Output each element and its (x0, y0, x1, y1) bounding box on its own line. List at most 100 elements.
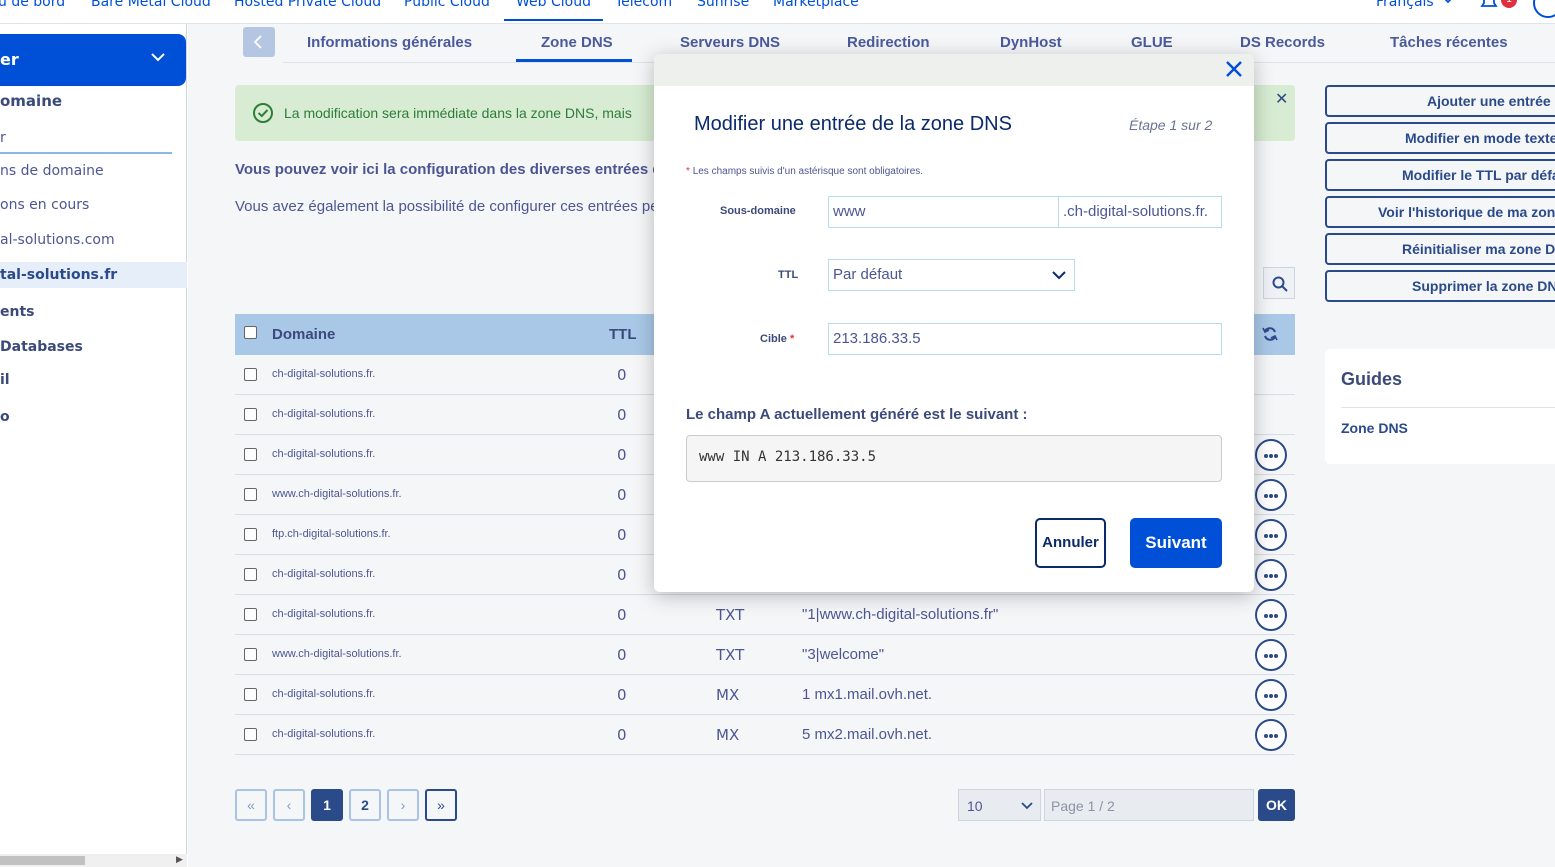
subdomain-input[interactable]: www (828, 196, 1059, 228)
row-actions-button[interactable] (1255, 599, 1287, 631)
reset-zone-button[interactable]: Réinitialiser ma zone DNS (1325, 233, 1555, 265)
row-target: "1|www.ch-digital-solutions.fr" (802, 606, 999, 623)
row-actions-button[interactable] (1255, 559, 1287, 591)
row-ttl: 0 (617, 646, 627, 664)
first-page-button[interactable]: « (235, 789, 267, 821)
row-domain: ch-digital-solutions.fr. (272, 608, 376, 620)
bell-icon[interactable] (1479, 0, 1499, 10)
scroll-right-icon[interactable]: ▶ (176, 855, 183, 865)
edit-default-ttl-button[interactable]: Modifier le TTL par défaut (1325, 159, 1555, 191)
row-checkbox[interactable] (244, 448, 257, 461)
edit-text-mode-button[interactable]: Modifier en mode texte (1325, 122, 1555, 154)
guides-divider (1341, 407, 1555, 408)
row-domain: www.ch-digital-solutions.fr. (272, 648, 402, 660)
tab-recent-tasks[interactable]: Tâches récentes (1390, 34, 1508, 51)
row-domain: ch-digital-solutions.fr. (272, 368, 376, 380)
cancel-button[interactable]: Annuler (1035, 518, 1106, 568)
row-domain: ch-digital-solutions.fr. (272, 728, 376, 740)
ttl-label: TTL (778, 269, 799, 281)
nav-telecom[interactable]: Telecom (615, 0, 672, 10)
row-domain: ch-digital-solutions.fr. (272, 568, 376, 580)
add-entry-button[interactable]: Ajouter une entrée (1325, 85, 1555, 117)
sidebar-item-domain-names[interactable]: ns de domaine (0, 163, 104, 179)
row-actions-button[interactable] (1255, 679, 1287, 711)
scrollbar-thumb[interactable] (0, 856, 85, 865)
service-selector[interactable]: er (0, 34, 186, 86)
row-actions-button[interactable] (1255, 479, 1287, 511)
page-2-button[interactable]: 2 (349, 789, 381, 821)
go-to-page-button[interactable]: OK (1258, 789, 1295, 821)
tab-dns-servers[interactable]: Serveurs DNS (680, 34, 780, 51)
select-all-checkbox[interactable] (244, 326, 257, 339)
row-checkbox[interactable] (244, 688, 257, 701)
row-actions-button[interactable] (1255, 719, 1287, 751)
tab-glue[interactable]: GLUE (1131, 34, 1173, 51)
row-checkbox[interactable] (244, 568, 257, 581)
refresh-icon[interactable] (1262, 326, 1278, 342)
sidebar-item-other[interactable]: o (0, 409, 10, 425)
close-icon[interactable] (1224, 59, 1244, 79)
search-button[interactable] (1263, 267, 1295, 299)
delete-zone-button[interactable]: Supprimer la zone DNS (1325, 270, 1555, 302)
tab-redirection[interactable]: Redirection (847, 34, 930, 51)
tab-zone-dns[interactable]: Zone DNS (541, 34, 613, 51)
sidebar-item-databases[interactable]: Databases (0, 339, 83, 355)
domain-suffix: .ch-digital-solutions.fr. (1058, 196, 1222, 228)
chevron-down-icon (1444, 0, 1452, 4)
nav-sunrise[interactable]: Sunrise (697, 0, 749, 10)
last-page-button[interactable]: » (425, 789, 457, 821)
guide-link-zone-dns[interactable]: Zone DNS (1341, 420, 1408, 436)
row-actions-button[interactable] (1255, 519, 1287, 551)
sidebar-scrollbar[interactable]: ▶ (0, 854, 187, 867)
column-header-domain[interactable]: Domaine (272, 326, 335, 343)
nav-marketplace[interactable]: Marketplace (773, 0, 859, 10)
sidebar-search-input[interactable]: r (0, 124, 172, 154)
sidebar-item-domain-fr[interactable]: tal-solutions.fr (0, 267, 117, 283)
row-type: MX (716, 686, 740, 704)
row-ttl: 0 (617, 686, 627, 704)
row-checkbox[interactable] (244, 368, 257, 381)
row-checkbox[interactable] (244, 528, 257, 541)
back-button[interactable] (243, 27, 275, 57)
next-page-button[interactable]: › (387, 789, 419, 821)
add-entry-label: Ajouter une entrée (1427, 93, 1551, 109)
nav-bare-metal-cloud[interactable]: Bare Metal Cloud (91, 0, 211, 10)
target-input[interactable]: 213.186.33.5 (828, 323, 1222, 355)
delete-zone-label: Supprimer la zone DNS (1412, 278, 1555, 294)
column-header-ttl[interactable]: TTL (609, 326, 637, 343)
row-checkbox[interactable] (244, 608, 257, 621)
next-button[interactable]: Suivant (1130, 518, 1222, 568)
row-actions-button[interactable] (1255, 439, 1287, 471)
row-checkbox[interactable] (244, 728, 257, 741)
sidebar-item-domain-com[interactable]: al-solutions.com (0, 232, 115, 248)
required-fields-note: * Les champs suivis d'un astérisque sont… (686, 166, 924, 177)
row-checkbox[interactable] (244, 648, 257, 661)
language-selector[interactable]: Français (1376, 0, 1434, 10)
page-number-input[interactable]: Page 1 / 2 (1044, 789, 1254, 821)
service-selector-label: er (0, 50, 19, 69)
row-actions-button[interactable] (1255, 639, 1287, 671)
nav-dashboard[interactable]: u de bord (0, 0, 65, 10)
row-domain: www.ch-digital-solutions.fr. (272, 488, 402, 500)
tab-ds-records[interactable]: DS Records (1240, 34, 1325, 51)
sidebar-item-email[interactable]: il (0, 372, 10, 388)
row-checkbox[interactable] (244, 408, 257, 421)
nav-public-cloud[interactable]: Public Cloud (404, 0, 490, 10)
tab-dynhost[interactable]: DynHost (1000, 34, 1062, 51)
chevron-down-icon (151, 53, 165, 62)
zone-history-button[interactable]: Voir l'historique de ma zone (1325, 196, 1555, 228)
nav-web-cloud[interactable]: Web Cloud (504, 0, 603, 21)
sidebar-item-hostings[interactable]: ents (0, 304, 35, 320)
prev-page-button[interactable]: ‹ (273, 789, 305, 821)
tab-general-info[interactable]: Informations générales (307, 34, 472, 51)
close-icon[interactable]: ✕ (1275, 89, 1288, 108)
row-checkbox[interactable] (244, 488, 257, 501)
page-1-button[interactable]: 1 (311, 789, 343, 821)
user-avatar[interactable] (1533, 0, 1555, 18)
sidebar-item-ongoing-operations[interactable]: ons en cours (0, 197, 89, 213)
sidebar-section-title: omaine (0, 92, 63, 110)
modal-title: Modifier une entrée de la zone DNS (694, 113, 1012, 135)
ttl-select[interactable]: Par défaut (828, 259, 1075, 291)
nav-hosted-private-cloud[interactable]: Hosted Private Cloud (234, 0, 381, 10)
per-page-select[interactable]: 10 (958, 789, 1041, 821)
